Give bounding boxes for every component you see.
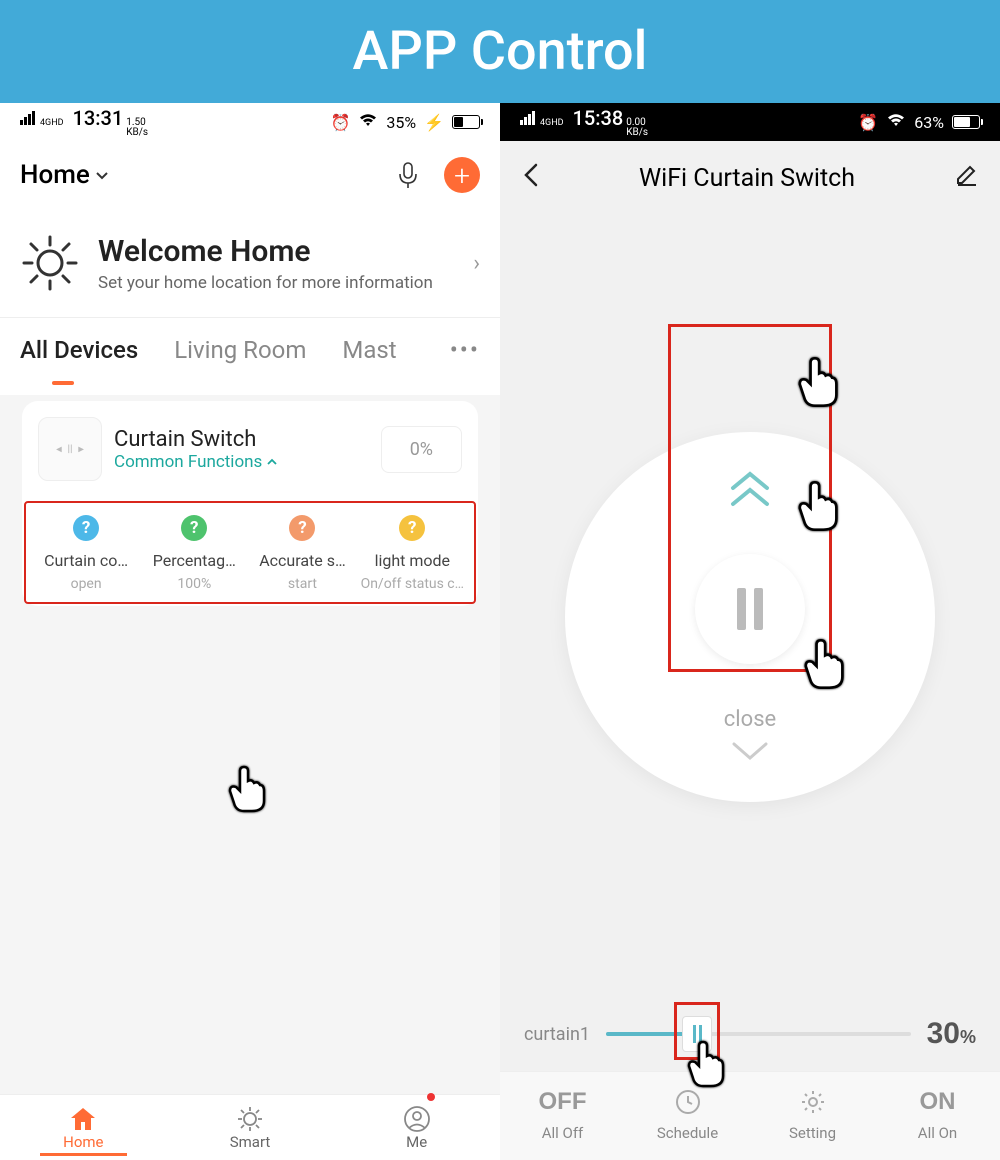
edit-button[interactable]	[954, 163, 978, 194]
screen-device-detail: 4GHD 15:38 0.00KB/s ⏰ 63% WiFi Curt	[500, 103, 1000, 1160]
room-tabs: All Devices Living Room Mast •••	[0, 318, 500, 378]
hand-cursor-icon	[222, 763, 270, 815]
hand-cursor-icon	[790, 354, 844, 410]
home-icon	[0, 1105, 167, 1133]
smart-icon	[167, 1105, 334, 1133]
tab-all-devices[interactable]: All Devices	[20, 336, 138, 364]
mic-button[interactable]	[392, 159, 424, 191]
welcome-title: Welcome Home	[98, 234, 455, 269]
fn-accurate[interactable]: ? Accurate s… start	[248, 515, 356, 592]
alarm-icon: ⏰	[330, 113, 350, 132]
nav-me[interactable]: Me	[333, 1095, 500, 1160]
wifi-icon	[886, 112, 906, 132]
device-name: Curtain Switch	[114, 427, 369, 452]
battery-label: 63%	[914, 113, 944, 132]
clock-time: 15:38	[573, 106, 624, 130]
profile-icon	[333, 1105, 500, 1133]
charging-icon: ⚡	[424, 113, 444, 132]
schedule-button[interactable]: Schedule	[625, 1086, 750, 1142]
signal-icon	[20, 111, 35, 125]
hand-cursor-icon	[796, 636, 850, 692]
curtain-slider[interactable]	[606, 1032, 911, 1036]
nav-home[interactable]: Home	[0, 1095, 167, 1160]
kbps-value: 1.50KB/s	[126, 118, 148, 138]
fn-light-mode[interactable]: ? light mode On/off status c…	[357, 515, 468, 592]
hand-cursor-icon	[790, 478, 844, 534]
page-title: WiFi Curtain Switch	[639, 164, 855, 193]
curtain-slider-row: curtain1 30%	[500, 1017, 1000, 1071]
tab-master[interactable]: Mast	[342, 336, 396, 364]
battery-icon	[952, 115, 980, 129]
setting-button[interactable]: Setting	[750, 1086, 875, 1142]
welcome-card[interactable]: Welcome Home Set your home location for …	[0, 209, 500, 318]
chevron-right-icon: ›	[473, 251, 480, 276]
statusbar: 4GHD 13:31 1.50KB/s ⏰ 35% ⚡	[0, 103, 500, 141]
tab-indicator	[52, 381, 74, 385]
question-icon: ?	[399, 515, 425, 541]
fn-curtain-control[interactable]: ? Curtain co… open	[32, 515, 140, 592]
clock-time: 13:31	[73, 106, 124, 130]
signal-icon	[520, 111, 535, 125]
hand-cursor-icon	[681, 1038, 729, 1090]
tabs-more-button[interactable]: •••	[450, 336, 480, 364]
gear-icon	[750, 1086, 875, 1118]
question-icon: ?	[289, 515, 315, 541]
welcome-subtitle: Set your home location for more informat…	[98, 273, 455, 293]
banner-title: APP Control	[0, 0, 1000, 103]
nav-smart[interactable]: Smart	[167, 1095, 334, 1160]
question-icon: ?	[73, 515, 99, 541]
all-on-button[interactable]: ON All On	[875, 1086, 1000, 1142]
functions-highlight: ? Curtain co… open ? Percentag… 100% ? A…	[24, 501, 476, 604]
all-off-button[interactable]: OFF All Off	[500, 1086, 625, 1142]
wifi-icon	[358, 112, 378, 132]
device-thumbnail: ◂||▸	[38, 417, 102, 481]
chevron-down-icon	[728, 740, 772, 762]
network-label: 4GHD	[540, 119, 564, 127]
device-card[interactable]: ◂||▸ Curtain Switch Common Functions 0%	[22, 401, 478, 606]
screen-home: 4GHD 13:31 1.50KB/s ⏰ 35% ⚡ Home	[0, 103, 500, 1160]
common-functions-toggle[interactable]: Common Functions	[114, 452, 369, 472]
add-button[interactable]: +	[444, 157, 480, 193]
home-dropdown[interactable]: Home	[20, 160, 110, 190]
close-button[interactable]: close	[724, 707, 776, 766]
fn-percentage[interactable]: ? Percentag… 100%	[140, 515, 248, 592]
sun-icon	[20, 233, 80, 293]
back-button[interactable]	[522, 161, 540, 196]
chevron-down-icon	[94, 167, 110, 183]
slider-label: curtain1	[524, 1024, 590, 1045]
clock-icon	[625, 1086, 750, 1118]
battery-label: 35%	[386, 113, 416, 132]
battery-icon	[452, 115, 480, 129]
tab-living-room[interactable]: Living Room	[174, 336, 306, 364]
alarm-icon: ⏰	[858, 113, 878, 132]
question-icon: ?	[181, 515, 207, 541]
kbps-value: 0.00KB/s	[626, 118, 648, 138]
chevron-up-icon	[266, 456, 278, 468]
network-label: 4GHD	[40, 119, 64, 127]
statusbar: 4GHD 15:38 0.00KB/s ⏰ 63%	[500, 103, 1000, 141]
device-percent: 0%	[381, 426, 462, 473]
slider-percent: 30%	[927, 1017, 976, 1051]
